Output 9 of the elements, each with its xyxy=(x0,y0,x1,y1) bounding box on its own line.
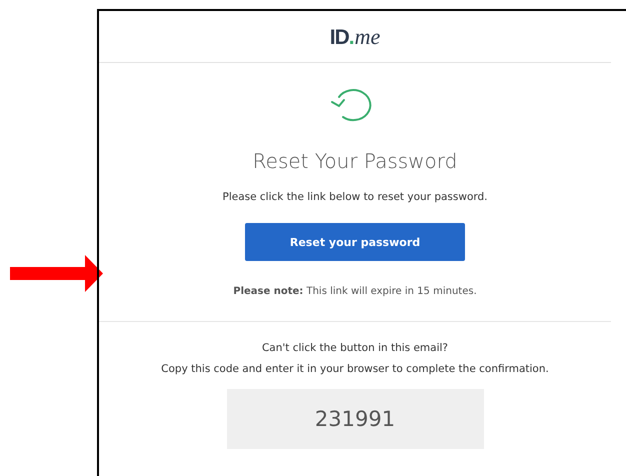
reset-password-button[interactable]: Reset your password xyxy=(245,223,465,261)
fallback-question: Can't click the button in this email? xyxy=(262,342,448,354)
logo: ID.me xyxy=(330,24,380,50)
fallback-instruction: Copy this code and enter it in your browser to complete the confirmation. xyxy=(161,363,549,375)
arrow-icon xyxy=(10,255,103,292)
expiry-note: Please note: This link will expire in 15 minutes. xyxy=(233,286,477,297)
page-title: Reset Your Password xyxy=(252,149,458,173)
instruction-text: Please click the link below to reset your password. xyxy=(222,191,488,203)
confirmation-code: 231991 xyxy=(226,389,484,449)
